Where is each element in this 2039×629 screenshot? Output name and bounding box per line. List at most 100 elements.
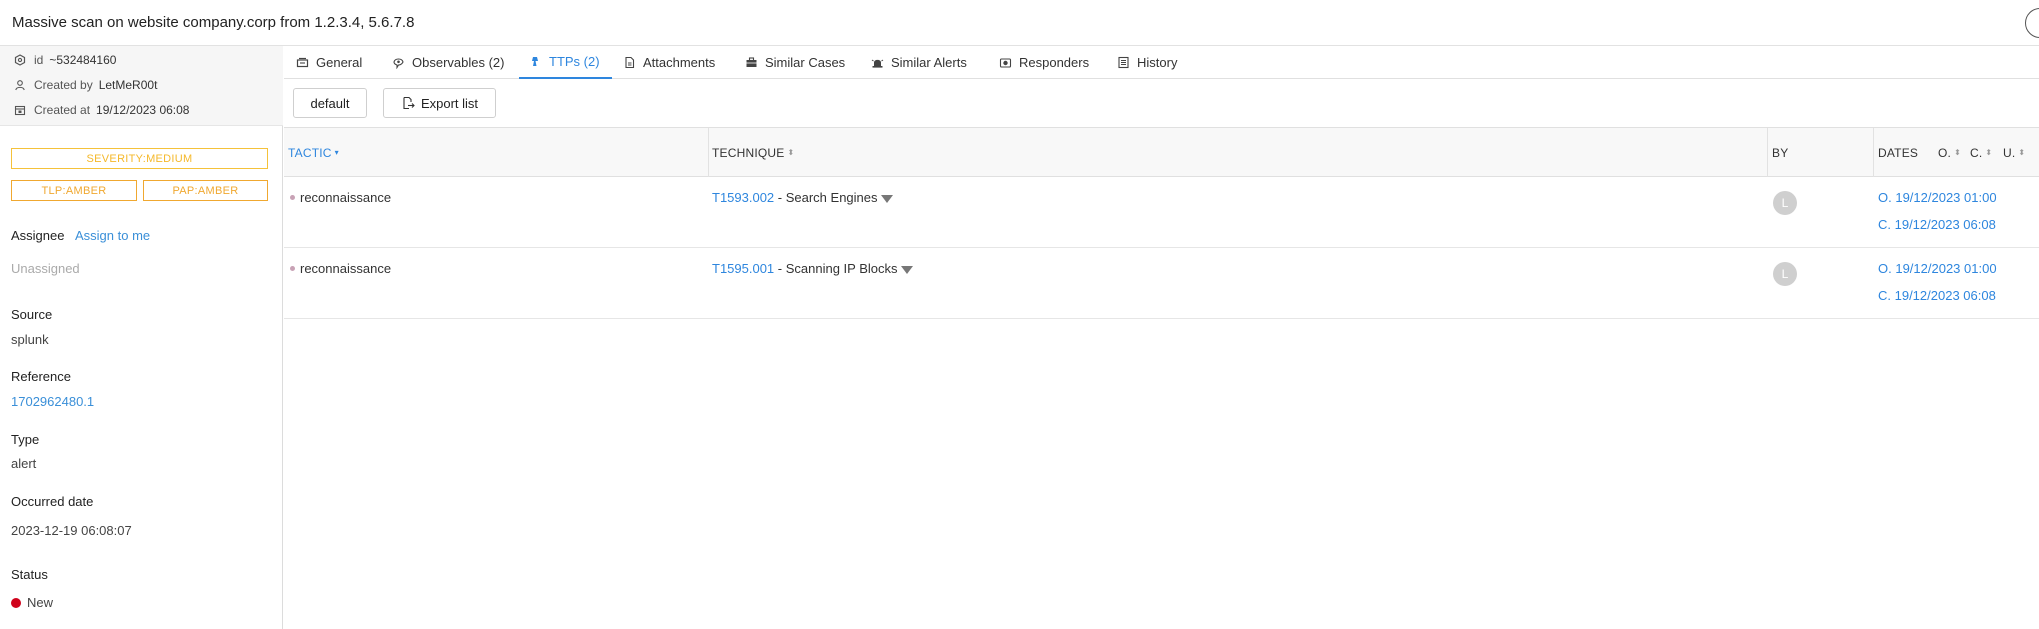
tab-ttps-label: TTPs (2) (549, 54, 600, 69)
filter-icon[interactable] (900, 266, 913, 274)
technique-cell: T1595.001 - Scanning IP Blocks (712, 261, 913, 276)
sort-icon: ⬍ (2018, 148, 2026, 157)
source-value: splunk (11, 332, 49, 347)
th-dates-updated[interactable]: U. ⬍ (2003, 128, 2025, 178)
page-title: Massive scan on website company.corp fro… (12, 14, 415, 31)
th-technique-label: TECHNIQUE (712, 146, 785, 160)
sort-icon: ⬍ (1985, 148, 1993, 157)
column-divider[interactable] (1767, 128, 1768, 178)
tlp-tag[interactable]: TLP:AMBER (11, 180, 137, 201)
th-dates: DATES (1878, 146, 1919, 160)
status-value: New (27, 595, 54, 610)
id-value: ~532484160 (49, 53, 117, 67)
tab-similar-alerts-label: Similar Alerts (891, 55, 967, 70)
tactic-cell: reconnaissance (290, 261, 391, 276)
tab-history[interactable]: History (1117, 46, 1177, 79)
tab-similar-cases-label: Similar Cases (765, 55, 846, 70)
tab-observables[interactable]: Observables (2) (392, 46, 504, 79)
meta-created-by: Created by LetMeR00t (14, 76, 157, 94)
created-at-label: Created at (34, 103, 91, 117)
default-filter-button[interactable]: default (293, 88, 367, 118)
technique-id-link[interactable]: T1595.001 (712, 261, 774, 276)
technique-name: - Scanning IP Blocks (774, 261, 898, 276)
ttps-icon (532, 57, 538, 66)
meta-id: id ~532484160 (14, 51, 116, 69)
occurred-date-label: Occurred date (11, 494, 94, 509)
assignee-value[interactable]: Unassigned (11, 261, 80, 276)
type-label: Type (11, 432, 40, 447)
column-divider[interactable] (708, 128, 709, 178)
case-tabs: General Observables (2) TTPs (2) Attachm… (284, 46, 2039, 79)
status-label: Status (11, 567, 48, 582)
tactic-dot (290, 266, 295, 271)
close-button[interactable] (2025, 8, 2039, 38)
filter-icon[interactable] (880, 195, 893, 203)
tab-history-label: History (1137, 55, 1178, 70)
table-header: TACTIC ▾ TECHNIQUE ⬍ BY DATES O. ⬍ C. ⬍ U. ⬍ (284, 127, 2039, 178)
export-list-label: Export list (420, 95, 479, 111)
tactic-cell: reconnaissance (290, 190, 391, 205)
attachment-icon (625, 56, 635, 69)
assign-to-me-link[interactable]: Assign to me (75, 228, 150, 243)
tab-responders[interactable]: Responders (999, 46, 1089, 79)
tactic-value: reconnaissance (300, 261, 392, 276)
case-sidebar: id ~532484160 Created by LetMeR00t Creat… (0, 46, 283, 629)
occurred-date-value: 2023-12-19 06:08:07 (11, 523, 132, 538)
created-date: C. 19/12/2023 06:08 (1878, 288, 1996, 303)
sort-icon: ⬍ (1954, 148, 1961, 157)
created-by-value: LetMeR00t (98, 78, 158, 92)
meta-created-at: Created at 19/12/2023 06:08 (14, 101, 189, 119)
history-icon (1118, 56, 1129, 69)
th-tactic-label: TACTIC (288, 146, 332, 160)
th-technique[interactable]: TECHNIQUE ⬍ (712, 128, 794, 178)
source-label: Source (11, 307, 53, 322)
export-icon (403, 96, 415, 110)
table-row[interactable]: reconnaissance T1595.001 - Scanning IP B… (284, 248, 2039, 319)
briefcase-icon (746, 57, 757, 67)
sort-icon: ⬍ (787, 148, 795, 157)
calendar-icon (14, 105, 26, 116)
th-tactic[interactable]: TACTIC ▾ (288, 128, 339, 178)
tab-general[interactable]: General (296, 46, 362, 79)
technique-name: - Search Engines (774, 190, 878, 205)
column-divider[interactable] (1873, 128, 1874, 178)
created-date: C. 19/12/2023 06:08 (1878, 217, 1996, 232)
table-row[interactable]: reconnaissance T1593.002 - Search Engine… (284, 177, 2039, 248)
case-meta: id ~532484160 Created by LetMeR00t Creat… (0, 46, 283, 126)
technique-cell: T1593.002 - Search Engines (712, 190, 893, 205)
th-occurred-label: O. (1938, 146, 1952, 160)
tab-similar-alerts[interactable]: Similar Alerts (871, 46, 967, 79)
assignee-label: Assignee (11, 228, 65, 243)
tab-attachments-label: Attachments (643, 55, 716, 70)
status-dot (11, 598, 21, 608)
tab-ttps[interactable]: TTPs (2) (519, 46, 612, 79)
th-updated-label: U. (2003, 146, 2016, 160)
created-by-label: Created by (34, 78, 93, 92)
user-icon (15, 80, 25, 91)
tab-responders-label: Responders (1019, 55, 1090, 70)
occurred-date: O. 19/12/2023 01:00 (1878, 261, 1997, 276)
observables-icon (393, 58, 404, 69)
status-value-wrap[interactable]: New (11, 595, 53, 610)
avatar: L (1773, 262, 1797, 286)
severity-tag[interactable]: SEVERITY:MEDIUM (11, 148, 268, 169)
th-created-label: C. (1970, 146, 1983, 160)
avatar: L (1773, 191, 1797, 215)
tab-attachments[interactable]: Attachments (623, 46, 715, 79)
responders-icon (999, 58, 1012, 68)
id-label: id (34, 53, 44, 67)
tactic-dot (290, 195, 295, 200)
technique-id-link[interactable]: T1593.002 (712, 190, 774, 205)
id-icon (14, 54, 26, 66)
th-by[interactable]: BY (1772, 128, 1788, 178)
th-dates-created[interactable]: C. ⬍ (1970, 128, 1992, 178)
alert-icon (871, 59, 884, 68)
list-toolbar: default Export list (284, 79, 2039, 127)
export-list-button[interactable]: Export list (383, 88, 496, 118)
pap-tag[interactable]: PAP:AMBER (143, 180, 268, 201)
th-dates-occurred[interactable]: O. ⬍ (1938, 128, 1961, 178)
tab-general-label: General (316, 55, 363, 70)
tab-similar-cases[interactable]: Similar Cases (745, 46, 845, 79)
reference-label: Reference (11, 369, 71, 384)
reference-value[interactable]: 1702962480.1 (11, 394, 94, 409)
